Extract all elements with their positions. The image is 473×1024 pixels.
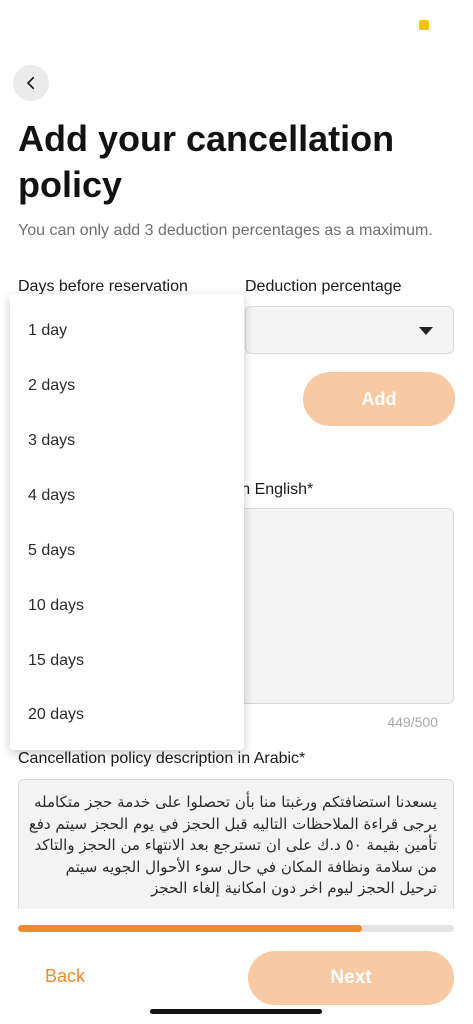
dropdown-option[interactable]: 15 days [28,652,84,670]
caret-down-icon [419,327,433,335]
chevron-left-icon [27,76,35,90]
dropdown-option[interactable]: 4 days [28,487,75,505]
dropdown-option[interactable]: 1 day [28,322,67,340]
dropdown-option[interactable]: 20 days [28,706,84,724]
progress-fill [18,925,363,932]
next-button[interactable]: Next [248,951,454,1005]
english-char-counter: 449/500 [387,714,438,730]
page-title: Add your cancellation policy [18,118,395,205]
dropdown-option[interactable]: 10 days [28,597,84,615]
back-icon-button[interactable] [13,65,49,101]
arabic-description-label: Cancellation policy description in Arabi… [18,750,306,767]
dropdown-option[interactable]: 5 days [28,542,75,560]
arabic-description-input[interactable]: يسعدنا استضافتكم ورغبتا منا بأن تحصلوا ع… [18,779,454,909]
deduction-select[interactable] [245,306,454,354]
home-indicator [150,1009,322,1014]
back-button[interactable]: Back [45,966,85,987]
arabic-description-text: يسعدنا استضافتكم ورغبتا منا بأن تحصلوا ع… [28,793,437,897]
add-button[interactable]: Add [303,372,455,426]
status-indicator [419,20,429,30]
page-subtitle: You can only add 3 deduction percentages… [18,222,433,239]
progress-bar [18,925,454,932]
dropdown-option[interactable]: 3 days [28,432,75,450]
deduction-label: Deduction percentage [245,278,402,295]
days-dropdown-menu: 1 day 2 days 3 days 4 days 5 days 10 day… [10,294,244,750]
dropdown-option[interactable]: 2 days [28,377,75,395]
